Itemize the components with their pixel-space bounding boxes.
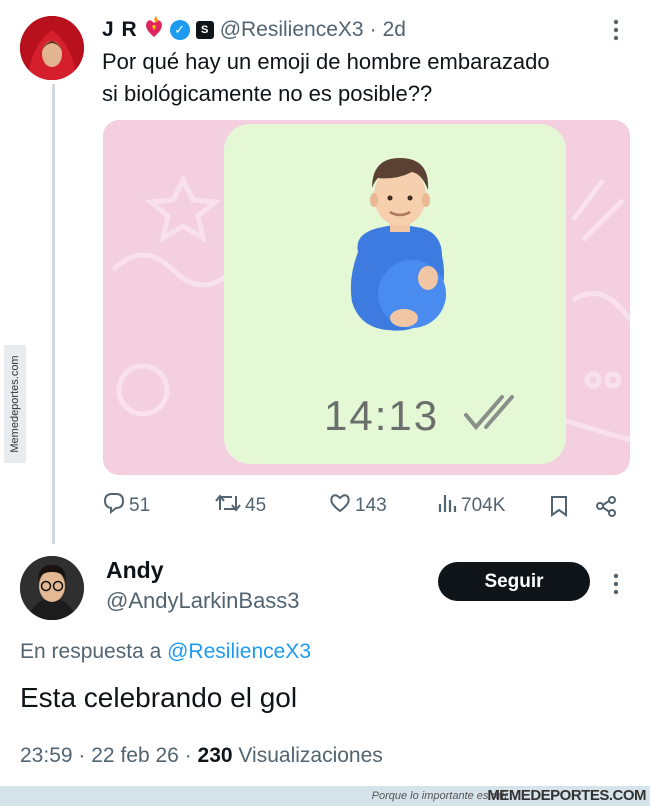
pregnant-man-emoji — [338, 152, 462, 349]
reply-date[interactable]: 22 feb 26 — [91, 744, 179, 767]
in-reply-handle-link[interactable]: @ResilienceX3 — [167, 640, 311, 663]
tweet-author-handle[interactable]: @ResilienceX3 — [220, 18, 364, 42]
reply-icon — [103, 492, 125, 520]
reply-count: 51 — [129, 495, 151, 516]
like-icon — [329, 492, 351, 520]
like-count: 143 — [355, 495, 387, 516]
footer-watermark: Porque lo importante es reír MEMEDEPORTE… — [0, 786, 650, 806]
tweet-avatar[interactable] — [20, 16, 84, 80]
side-watermark: Memedeportes.com — [4, 345, 26, 463]
in-reply-to: En respuesta a @ResilienceX3 — [20, 640, 311, 664]
tweet-header: J R ✓ S @ResilienceX3 · 2d — [102, 14, 406, 46]
chat-time-label: 14:13 — [324, 392, 440, 439]
heart-fire-icon — [144, 15, 164, 44]
reply-action[interactable]: 51 — [103, 490, 150, 522]
views-count: 704K — [461, 495, 506, 516]
reply-meta: 23:59 · 22 feb 26 · 230 Visualizaciones — [20, 744, 383, 768]
retweet-action[interactable]: 45 — [215, 490, 266, 522]
tweet-time[interactable]: 2d — [383, 18, 406, 42]
tweet-actions: 51 45 143 704K — [103, 490, 623, 522]
reply-views-count: 230 — [197, 744, 233, 767]
views-action[interactable]: 704K — [437, 490, 505, 522]
like-action[interactable]: 143 — [329, 490, 387, 522]
double-check-icon — [462, 393, 526, 438]
meta-sep-1: · — [78, 744, 86, 767]
tweet-more-icon[interactable] — [608, 16, 624, 49]
meta-sep-2: · — [184, 744, 192, 767]
tweet-text-line-1: Por qué hay un emoji de hombre embarazad… — [102, 49, 550, 74]
views-icon — [437, 492, 457, 520]
tweet-text: Por qué hay un emoji de hombre embarazad… — [102, 46, 622, 110]
share-icon[interactable] — [595, 490, 617, 522]
tweet-author-name[interactable]: J R — [102, 18, 138, 42]
footer-brand: MEMEDEPORTES.COM — [487, 787, 646, 804]
reply-author-handle[interactable]: @AndyLarkinBass3 — [106, 588, 300, 614]
bookmark-icon[interactable] — [549, 490, 569, 522]
thread-line — [52, 84, 55, 544]
reply-author-name[interactable]: Andy — [106, 557, 164, 584]
retweet-icon — [215, 492, 241, 520]
reply-more-icon[interactable] — [608, 570, 624, 603]
side-watermark-text: Memedeportes.com — [9, 355, 21, 453]
header-separator: · — [369, 18, 377, 41]
retweet-count: 45 — [245, 495, 267, 516]
reply-text: Esta celebrando el gol — [20, 682, 298, 713]
verified-badge-icon: ✓ — [169, 20, 190, 40]
affiliate-badge-icon: S — [195, 21, 214, 39]
in-reply-prefix: En respuesta a — [20, 640, 162, 663]
follow-button[interactable]: Seguir — [438, 562, 590, 601]
reply-time[interactable]: 23:59 — [20, 744, 73, 767]
reply-views-label: Visualizaciones — [238, 744, 383, 767]
reply-avatar[interactable] — [20, 556, 84, 620]
tweet-text-line-2: si biológicamente no es posible?? — [102, 81, 433, 106]
